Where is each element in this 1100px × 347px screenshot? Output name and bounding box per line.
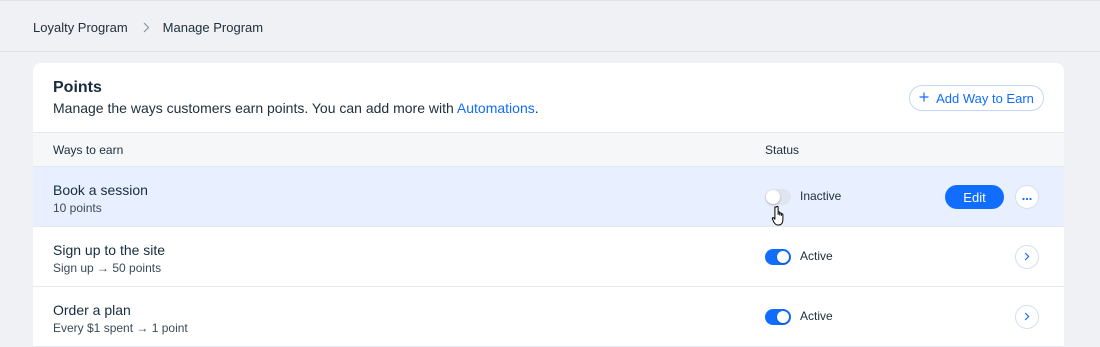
row-subtitle: 10 points <box>53 201 102 215</box>
status-toggle[interactable] <box>765 249 791 265</box>
status-toggle[interactable] <box>765 189 791 205</box>
toggle-knob <box>777 251 789 263</box>
row-title: Order a plan <box>53 302 131 318</box>
status-text: Inactive <box>800 189 842 203</box>
table-header: Ways to earn Status <box>33 132 1064 167</box>
card-title: Points <box>53 79 102 96</box>
chevron-right-icon <box>1024 248 1030 266</box>
chevron-right-icon <box>1024 308 1030 326</box>
row-title: Book a session <box>53 182 148 198</box>
table-row[interactable]: Order a plan Every $1 spent → 1 point Ac… <box>33 287 1064 347</box>
row-subtitle: Every $1 spent → 1 point <box>53 321 188 335</box>
table-row[interactable]: Book a session 10 points Inactive Edit <box>33 167 1064 227</box>
add-way-to-earn-button[interactable]: Add Way to Earn <box>909 85 1044 111</box>
chevron-right-icon <box>143 22 150 33</box>
ellipsis-icon <box>1022 188 1032 206</box>
subtitle-end: . <box>534 100 539 116</box>
status-toggle[interactable] <box>765 309 791 325</box>
breadcrumb-manage-program: Manage Program <box>162 19 264 35</box>
column-header-ways-to-earn: Ways to earn <box>53 143 124 157</box>
row-title: Sign up to the site <box>53 242 166 258</box>
toggle-knob <box>766 190 780 204</box>
top-bar: Loyalty Program Manage Program <box>0 0 1100 52</box>
row-subtitle: Sign up → 50 points <box>53 261 162 275</box>
toggle-knob <box>777 311 789 323</box>
edit-button[interactable]: Edit <box>945 185 1004 209</box>
breadcrumb-loyalty-program[interactable]: Loyalty Program <box>33 20 128 35</box>
more-actions-button[interactable] <box>1015 185 1039 209</box>
breadcrumb: Loyalty Program Manage Program <box>33 17 263 37</box>
add-way-to-earn-label: Add Way to Earn <box>936 90 1034 106</box>
open-row-button[interactable] <box>1015 245 1039 269</box>
status-text: Active <box>800 309 833 323</box>
column-header-status: Status <box>765 143 800 157</box>
open-row-button[interactable] <box>1015 305 1039 329</box>
plus-icon <box>919 90 929 106</box>
table-row[interactable]: Sign up to the site Sign up → 50 points … <box>33 227 1064 287</box>
subtitle-text: Manage the ways customers earn points. Y… <box>53 100 457 116</box>
automations-link[interactable]: Automations <box>457 100 535 116</box>
card-subtitle: Manage the ways customers earn points. Y… <box>53 100 539 116</box>
points-card: Points Manage the ways customers earn po… <box>33 63 1064 347</box>
status-text: Active <box>800 249 833 263</box>
card-header: Points Manage the ways customers earn po… <box>33 63 1064 132</box>
